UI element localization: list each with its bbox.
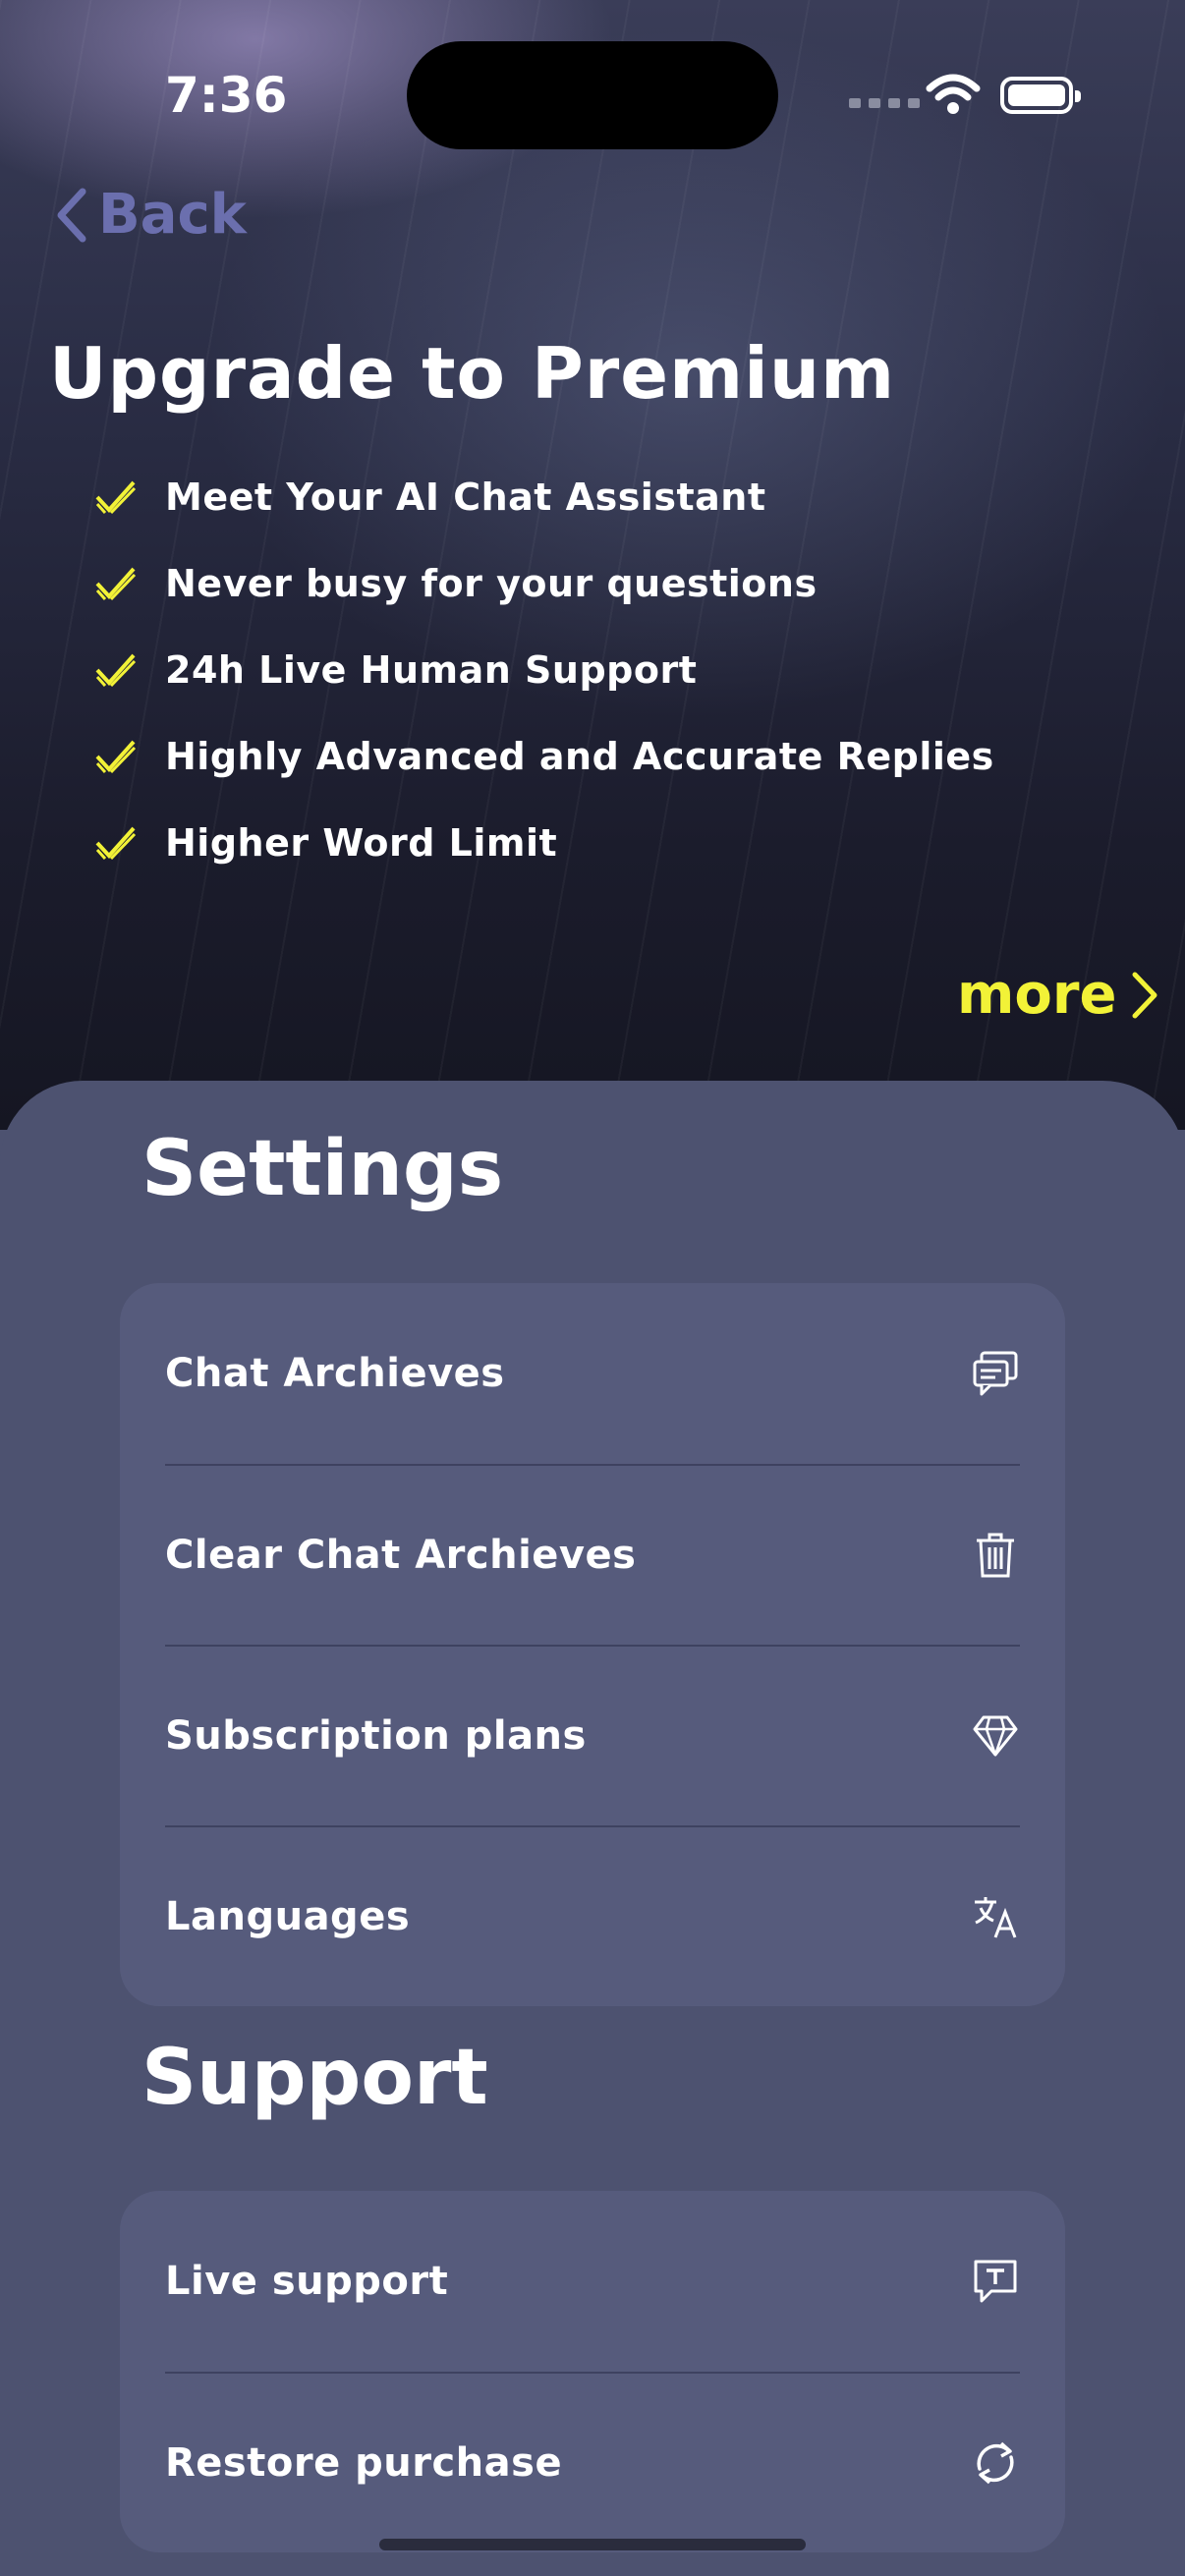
feature-item: Meet Your AI Chat Assistant <box>94 454 994 540</box>
support-item-label: Restore purchase <box>165 2440 563 2486</box>
more-label: more <box>957 963 1117 1027</box>
settings-item-languages[interactable]: Languages <box>165 1825 1020 2006</box>
feature-list: Meet Your AI Chat Assistant Never busy f… <box>94 454 994 886</box>
feature-text: Highly Advanced and Accurate Replies <box>165 735 994 778</box>
settings-item-chat-archives[interactable]: Chat Archieves <box>165 1283 1020 1464</box>
feature-item: Highly Advanced and Accurate Replies <box>94 713 994 800</box>
settings-item-label: Clear Chat Archieves <box>165 1533 637 1578</box>
checkmark-icon <box>94 650 165 690</box>
settings-item-label: Chat Archieves <box>165 1351 505 1396</box>
chevron-left-icon <box>57 188 86 242</box>
premium-title: Upgrade to Premium <box>49 332 896 415</box>
status-bar: 7:36 <box>0 0 1185 196</box>
feature-text: Meet Your AI Chat Assistant <box>165 476 766 519</box>
translate-icon <box>971 1892 1020 1941</box>
more-button[interactable]: more <box>957 963 1159 1027</box>
status-time: 7:36 <box>165 67 288 124</box>
support-title: Support <box>141 2034 488 2122</box>
battery-icon <box>1000 77 1081 114</box>
settings-item-label: Subscription plans <box>165 1713 587 1759</box>
checkmark-icon <box>94 477 165 517</box>
dynamic-island <box>407 41 778 149</box>
support-item-label: Live support <box>165 2259 449 2304</box>
chevron-right-icon <box>1132 972 1157 1018</box>
support-item-restore-purchase[interactable]: Restore purchase <box>165 2372 1020 2552</box>
feature-text: Never busy for your questions <box>165 562 818 605</box>
home-indicator[interactable] <box>379 2539 806 2550</box>
feature-text: 24h Live Human Support <box>165 648 698 692</box>
settings-item-label: Languages <box>165 1894 411 1939</box>
feature-item: 24h Live Human Support <box>94 627 994 713</box>
back-label: Back <box>98 183 247 247</box>
feature-text: Higher Word Limit <box>165 821 558 865</box>
support-card: Live support Restore purchase <box>120 2191 1065 2552</box>
back-button[interactable]: Back <box>53 183 247 247</box>
checkmark-icon <box>94 823 165 863</box>
settings-item-subscription-plans[interactable]: Subscription plans <box>165 1645 1020 1825</box>
settings-item-clear-chat-archives[interactable]: Clear Chat Archieves <box>165 1464 1020 1645</box>
diamond-icon <box>971 1711 1020 1761</box>
feature-item: Higher Word Limit <box>94 800 994 886</box>
settings-title: Settings <box>141 1125 504 1213</box>
refresh-icon <box>971 2438 1020 2488</box>
trash-icon <box>971 1531 1020 1580</box>
support-item-live-support[interactable]: Live support <box>165 2191 1020 2372</box>
feature-item: Never busy for your questions <box>94 540 994 627</box>
cellular-signal-icon <box>849 98 920 108</box>
settings-card: Chat Archieves Clear Chat Archieves Subs… <box>120 1283 1065 2006</box>
checkmark-icon <box>94 564 165 603</box>
wifi-icon <box>926 74 981 114</box>
chat-bubbles-icon <box>971 1349 1020 1398</box>
text-message-icon <box>971 2257 1020 2306</box>
checkmark-icon <box>94 737 165 776</box>
